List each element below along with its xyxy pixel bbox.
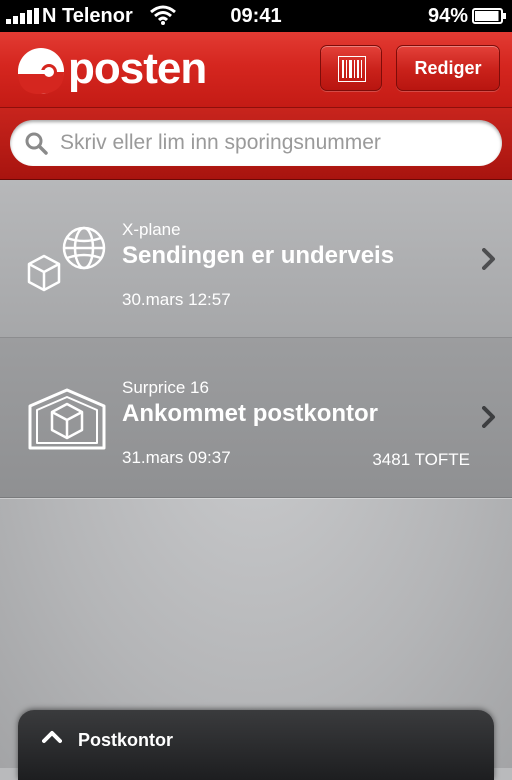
shipment-date: 31.mars 09:37 (122, 448, 231, 467)
posten-logo-mark-icon (18, 48, 64, 95)
package-globe-icon (27, 226, 106, 292)
tracking-number-input[interactable] (58, 126, 488, 160)
posten-logo: posten (16, 44, 207, 98)
shipment-sender: Surprice 16 (122, 378, 209, 397)
logo-wordmark: posten (68, 44, 207, 93)
app-header: posten Rediger (0, 32, 512, 108)
carrier-name: N Telenor (42, 5, 133, 27)
search-icon (25, 132, 48, 155)
package-house-icon (28, 388, 106, 450)
shipment-date: 30.mars 12:57 (122, 290, 231, 309)
chevron-right-icon (482, 248, 495, 270)
status-bar: N Telenor 09:41 94% (0, 0, 512, 32)
shipment-list: X-plane Sendingen er underveis 30.mars 1… (0, 180, 512, 768)
barcode-icon (338, 56, 366, 82)
battery-percent: 94% (427, 5, 468, 27)
shipment-row[interactable]: Surprice 16 Ankommet postkontor 31.mars … (0, 338, 512, 498)
post-office-drawer[interactable]: Postkontor (18, 710, 494, 780)
shipment-status: Ankommet postkontor (122, 400, 379, 427)
chevron-up-icon (42, 731, 62, 743)
battery-icon (472, 8, 506, 24)
shipment-location: 3481 TOFTE (372, 450, 470, 469)
shipment-sender: X-plane (122, 220, 181, 239)
shipment-row[interactable]: X-plane Sendingen er underveis 30.mars 1… (0, 180, 512, 338)
search-field-container[interactable] (10, 120, 502, 166)
wifi-icon (150, 5, 176, 25)
edit-button[interactable]: Rediger (396, 45, 500, 91)
chevron-right-icon (482, 406, 495, 428)
shipment-status: Sendingen er underveis (122, 242, 395, 269)
barcode-scan-button[interactable] (320, 45, 382, 91)
signal-strength-icon (6, 8, 40, 24)
search-bar (0, 108, 512, 180)
drawer-label: Postkontor (78, 730, 174, 750)
